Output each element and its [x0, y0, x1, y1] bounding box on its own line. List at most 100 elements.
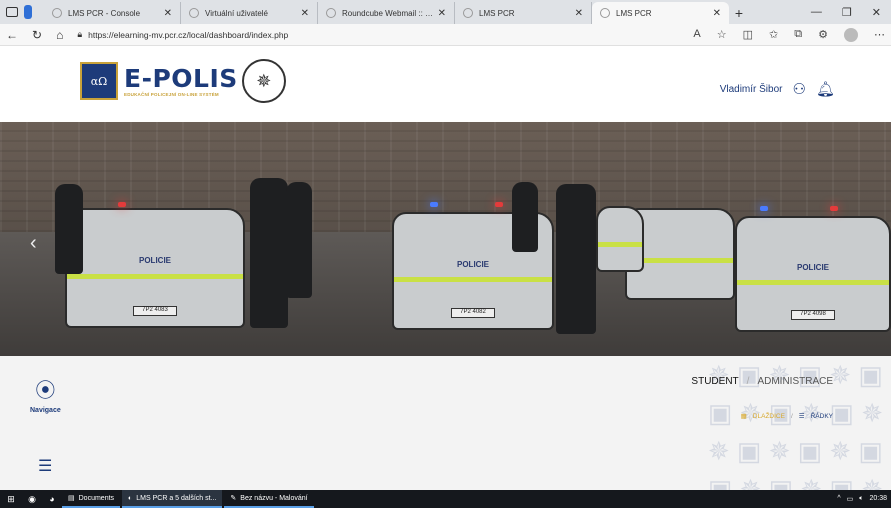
maximize-icon[interactable]: ❐	[842, 6, 852, 19]
network-icon[interactable]: ▭	[847, 495, 854, 503]
role-administrace[interactable]: ADMINISTRACE	[757, 376, 833, 387]
officer-figure	[556, 184, 596, 334]
tiles-icon[interactable]: ▦	[741, 412, 747, 420]
license-plate: 7P2 4082	[451, 308, 495, 318]
taskbar-label: LMS PCR a 5 dalších st...	[136, 494, 217, 502]
windows-taskbar: ⊞ ◉ ◕ ▤ Documents ◐ LMS PCR a 5 dalších …	[0, 490, 891, 508]
dashboard-content: ✵ ▣ ✵ ▣ ✵ ▣ ▣ ✵ ▣ ✵ ▣ ✵ ✵ ▣ ✵ ▣ ✵ ▣ ▣ ✵ ▣ ✵…	[0, 356, 891, 490]
windows-start-icon[interactable]: ⊞	[0, 494, 22, 505]
logo-text: E-POLIS EDUKAČNÍ POLICEJNÍ ON-LINE SYSTÉ…	[124, 63, 238, 97]
car-text: POLICIE	[796, 262, 830, 272]
profile-avatar[interactable]	[844, 27, 858, 42]
tray-chevron-icon[interactable]: ^	[837, 495, 840, 503]
officer-figure	[55, 184, 83, 274]
close-icon[interactable]: ✕	[301, 8, 309, 19]
filter-sliders-icon[interactable]: ☰	[38, 456, 52, 476]
location-pin-icon[interactable]: ⦿	[30, 374, 61, 403]
url-text[interactable]: https://elearning-mv.pcr.cz/local/dashbo…	[88, 30, 288, 40]
taskbar-label: Documents	[78, 494, 115, 502]
notification-bell-icon[interactable]: 🔔︎	[816, 80, 835, 98]
browser-tab-2[interactable]: Virtuální uživatelé ✕	[181, 2, 318, 24]
read-aloud-icon[interactable]: A	[693, 28, 700, 42]
view-separator: /	[790, 412, 793, 420]
license-plate: 7P2 4083	[133, 306, 177, 316]
favorites-icon[interactable]: ✩	[769, 28, 778, 42]
rows-icon[interactable]: ☰	[799, 412, 805, 420]
officer-figure	[512, 182, 538, 252]
volume-icon[interactable]: 🔈︎	[859, 495, 863, 503]
browser-tab-strip: LMS PCR - Console ✕ Virtuální uživatelé …	[0, 0, 891, 24]
user-icon[interactable]: ⚇	[793, 80, 806, 98]
view-rows[interactable]: ŘÁDKY	[811, 413, 833, 420]
view-tiles[interactable]: DLAŽDICE	[753, 413, 785, 420]
window-controls: — ❐ ✕	[811, 0, 891, 24]
user-name[interactable]: Vladimír Šibor	[720, 84, 783, 95]
browser-tab-3[interactable]: Roundcube Webmail :: Vítejte v R ✕	[318, 2, 455, 24]
taskbar-item-edge[interactable]: ◐ LMS PCR a 5 dalších st...	[122, 490, 223, 508]
hero-banner: POLICIE 7P2 4083 POLICIE 7P2 4082 POLICI…	[0, 122, 891, 356]
navigation-button[interactable]: ⦿ Navigace	[30, 374, 61, 414]
taskbar-item-documents[interactable]: ▤ Documents	[62, 490, 121, 508]
extensions-icon[interactable]: ⚙	[818, 28, 828, 42]
refresh-icon[interactable]: ↻	[32, 28, 42, 42]
close-window-icon[interactable]: ✕	[872, 6, 881, 19]
new-tab-button[interactable]: +	[729, 2, 749, 24]
officer-figure	[286, 182, 312, 298]
close-icon[interactable]: ✕	[575, 8, 583, 19]
tab-label: Virtuální uživatelé	[205, 8, 268, 18]
system-tray: ^ ▭ 🔈︎ 20:38	[837, 495, 891, 503]
tab-favicon-icon	[600, 8, 610, 18]
logo-badge: αΩ	[80, 62, 118, 100]
favorite-star-icon[interactable]: ☆	[717, 28, 727, 42]
close-icon[interactable]: ✕	[438, 8, 446, 19]
workspaces-icon[interactable]	[24, 5, 32, 19]
more-menu-icon[interactable]: ⋯	[874, 28, 885, 42]
clock[interactable]: 20:38	[869, 495, 887, 503]
collections-icon[interactable]: ⧉	[794, 28, 802, 42]
address-bar[interactable]: 🔒︎ https://elearning-mv.pcr.cz/local/das…	[77, 29, 679, 40]
license-plate: 7P2 4098	[791, 310, 835, 320]
officer-figure	[250, 178, 288, 328]
taskbar-label: Bez názvu - Malování	[240, 494, 308, 502]
toolbar-actions: A ☆ ◫ ✩ ⧉ ⚙ ⋯	[693, 27, 885, 42]
browser-tab-1[interactable]: LMS PCR - Console ✕	[44, 2, 181, 24]
minimize-icon[interactable]: —	[811, 6, 822, 18]
folder-icon: ▤	[68, 495, 75, 502]
chrome-icon[interactable]: ◉	[22, 494, 42, 505]
site-header: αΩ E-POLIS EDUKAČNÍ POLICEJNÍ ON-LINE SY…	[0, 47, 891, 122]
split-screen-icon[interactable]: ◫	[743, 28, 753, 42]
tab-actions-icon[interactable]	[6, 7, 18, 17]
tab-label: LMS PCR	[479, 8, 515, 18]
tab-actions	[0, 0, 44, 24]
tab-favicon-icon	[463, 8, 473, 18]
navigation-label[interactable]: Navigace	[30, 407, 61, 414]
browser-tab-4[interactable]: LMS PCR ✕	[455, 2, 592, 24]
police-car	[596, 206, 644, 272]
firefox-icon[interactable]: ◕	[42, 494, 62, 504]
home-icon[interactable]: ⌂	[56, 28, 63, 42]
browser-tab-5[interactable]: LMS PCR ✕	[592, 2, 729, 24]
view-switch: ▦ DLAŽDICE / ☰ ŘÁDKY	[741, 412, 833, 421]
back-icon[interactable]: ←	[6, 28, 18, 42]
close-icon[interactable]: ✕	[713, 8, 721, 19]
logo-title: E-POLIS	[124, 63, 238, 93]
role-separator: /	[746, 376, 750, 387]
tab-favicon-icon	[326, 8, 336, 18]
tab-label: LMS PCR - Console	[68, 8, 141, 18]
role-student[interactable]: STUDENT	[691, 376, 738, 387]
lock-icon[interactable]: 🔒︎	[77, 29, 82, 40]
police-car: POLICIE 7P2 4083	[65, 208, 245, 328]
user-menu[interactable]: Vladimír Šibor ⚇ 🔔︎	[720, 80, 835, 98]
browser-toolbar: ← ↻ ⌂ 🔒︎ https://elearning-mv.pcr.cz/loc…	[0, 24, 891, 46]
carousel-prev-icon[interactable]: ‹	[30, 232, 37, 255]
car-text: POLICIE	[456, 259, 490, 269]
police-car: POLICIE 7P2 4098	[735, 216, 891, 332]
tab-label: Roundcube Webmail :: Vítejte v R	[342, 8, 434, 18]
tab-favicon-icon	[189, 8, 199, 18]
taskbar-item-paint[interactable]: ✎ Bez názvu - Malování	[224, 490, 314, 508]
role-switch: STUDENT / ADMINISTRACE	[691, 376, 833, 387]
site-logo[interactable]: αΩ E-POLIS EDUKAČNÍ POLICEJNÍ ON-LINE SY…	[80, 59, 286, 103]
paint-icon: ✎	[230, 495, 237, 502]
close-icon[interactable]: ✕	[164, 8, 172, 19]
police-seal-icon: ✵	[241, 59, 286, 103]
